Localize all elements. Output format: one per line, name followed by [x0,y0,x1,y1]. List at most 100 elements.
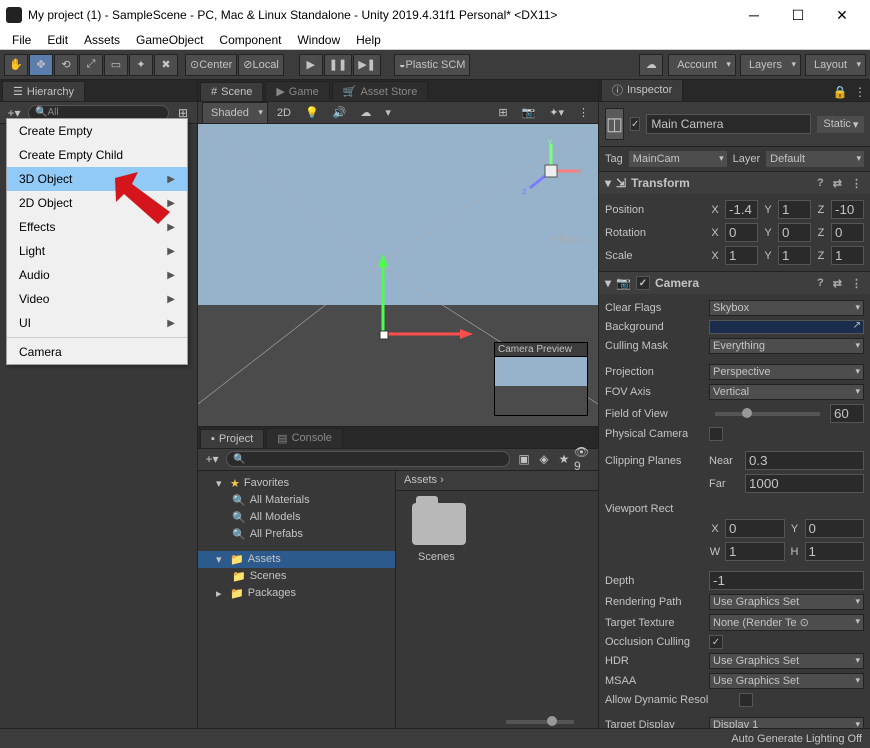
camera-component-header[interactable]: ▾📷 ✓ Camera ? ⇄ ⋮ [599,272,870,294]
preset-icon[interactable]: ⇄ [831,177,844,190]
context-menu-item[interactable]: Light▶ [7,239,187,263]
pivot-local-button[interactable]: ⊘Local [238,54,284,76]
transform-tool-button[interactable]: ✦ [129,54,153,76]
tab-inspector[interactable]: ⓘInspector [601,80,683,101]
clear-flags-dropdown[interactable]: Skybox [709,300,864,316]
hand-tool-button[interactable]: ✋ [4,54,28,76]
project-content[interactable]: Assets › Scenes [396,471,598,729]
fov-input[interactable] [830,404,864,423]
background-color-swatch[interactable] [709,320,864,334]
rect-tool-button[interactable]: ▭ [104,54,128,76]
gizmos-dropdown-icon[interactable]: ✦▾ [544,104,569,121]
fov-slider[interactable] [715,412,820,416]
scale-y-input[interactable] [778,246,811,265]
scene-visibility-icon[interactable]: ▾ [380,104,396,121]
projection-dropdown[interactable]: Perspective [709,364,864,380]
viewport-h-input[interactable] [805,542,865,561]
step-button[interactable]: ▶❚ [353,54,381,76]
dynamic-resolution-checkbox[interactable] [739,693,753,707]
context-menu-item[interactable]: Create Empty Child [7,143,187,167]
scene-viewport[interactable]: y x z ≡ Back Camera Preview [198,124,598,427]
position-y-input[interactable] [778,200,811,219]
menu-gameobject[interactable]: GameObject [128,31,211,49]
tree-all-prefabs[interactable]: 🔍 All Prefabs [198,526,395,543]
scale-z-input[interactable] [831,246,864,265]
custom-tool-button[interactable]: ✖ [154,54,178,76]
help-icon[interactable]: ? [815,277,826,289]
fov-axis-dropdown[interactable]: Vertical [709,384,864,400]
gizmo-toggle-icon[interactable]: ⊞ [493,104,512,121]
play-button[interactable]: ▶ [299,54,323,76]
tab-game[interactable]: ▶Game [265,81,329,101]
move-gizmo-icon[interactable] [368,249,488,359]
transform-component-header[interactable]: ▾⇲ Transform ? ⇄ ⋮ [599,172,870,194]
viewport-w-input[interactable] [725,542,785,561]
gameobject-name-input[interactable] [646,114,811,134]
active-checkbox[interactable]: ✓ [630,117,640,131]
component-menu-icon[interactable]: ⋮ [849,277,864,290]
scale-x-input[interactable] [725,246,758,265]
tree-scenes[interactable]: 📁 Scenes [198,568,395,585]
audio-toggle-icon[interactable]: 🔊 [328,104,352,121]
inspector-lock-icon[interactable]: 🔒 [830,83,850,101]
project-filter-label-icon[interactable]: ◈ [534,450,554,468]
rotation-y-input[interactable] [778,223,811,242]
context-menu-item[interactable]: Camera [7,340,187,364]
context-menu-item[interactable]: Effects▶ [7,215,187,239]
layout-dropdown[interactable]: Layout [805,54,866,76]
project-search-input[interactable]: 🔍 [226,451,510,467]
culling-mask-dropdown[interactable]: Everything [709,338,864,354]
project-hidden-icon[interactable]: 👁9 [574,450,594,468]
tree-all-materials[interactable]: 🔍 All Materials [198,492,395,509]
context-menu-item[interactable]: 2D Object▶ [7,191,187,215]
help-icon[interactable]: ? [815,177,826,189]
viewport-y-input[interactable] [805,519,865,538]
component-menu-icon[interactable]: ⋮ [849,177,864,190]
tree-assets[interactable]: ▾📁 Assets [198,551,395,568]
tree-favorites[interactable]: ▾★Favorites [198,475,395,492]
project-filter-type-icon[interactable]: ▣ [514,450,534,468]
tree-all-models[interactable]: 🔍 All Models [198,509,395,526]
folder-icon[interactable] [412,503,466,545]
rotation-z-input[interactable] [831,223,864,242]
move-tool-button[interactable]: ✥ [29,54,53,76]
physical-camera-checkbox[interactable] [709,427,723,441]
context-menu-item[interactable]: Video▶ [7,287,187,311]
rotate-tool-button[interactable]: ⟲ [54,54,78,76]
lighting-toggle-icon[interactable]: 💡 [300,104,324,121]
rendering-path-dropdown[interactable]: Use Graphics Set [709,594,864,610]
project-create-button[interactable]: +▾ [202,450,222,468]
preset-icon[interactable]: ⇄ [831,277,844,290]
pause-button[interactable]: ❚❚ [324,54,352,76]
camera-enabled-checkbox[interactable]: ✓ [636,276,650,290]
orientation-gizmo-icon[interactable]: y x z [516,136,586,206]
close-button[interactable]: ✕ [820,1,864,29]
menu-edit[interactable]: Edit [39,31,76,49]
layer-dropdown[interactable]: Default [766,151,864,167]
shading-mode-dropdown[interactable]: Shaded [202,102,268,124]
account-dropdown[interactable]: Account [668,54,736,76]
occlusion-culling-checkbox[interactable]: ✓ [709,635,723,649]
scale-tool-button[interactable]: ⤢ [79,54,103,76]
position-x-input[interactable] [725,200,758,219]
tab-project[interactable]: ▪Project [200,429,264,448]
fx-toggle-icon[interactable]: ☁ [355,104,376,121]
near-clip-input[interactable] [745,451,864,470]
context-menu-item[interactable]: Create Empty [7,119,187,143]
camera-settings-icon[interactable]: 📷 [517,104,541,121]
tab-scene[interactable]: #Scene [200,82,263,101]
menu-assets[interactable]: Assets [76,31,128,49]
menu-file[interactable]: File [4,31,39,49]
2d-toggle-button[interactable]: 2D [272,105,296,121]
target-texture-field[interactable]: None (Render Te ⊙ [709,614,864,631]
tab-hierarchy[interactable]: ☰Hierarchy [2,81,85,101]
context-menu-item[interactable]: Audio▶ [7,263,187,287]
viewport-x-input[interactable] [725,519,785,538]
position-z-input[interactable] [831,200,864,219]
tag-dropdown[interactable]: MainCam [629,151,727,167]
layers-dropdown[interactable]: Layers [740,54,801,76]
plastic-scm-button[interactable]: ◒ Plastic SCM [394,54,471,76]
menu-help[interactable]: Help [348,31,389,49]
minimize-button[interactable]: ─ [732,1,776,29]
tab-console[interactable]: ▤Console [266,428,343,448]
